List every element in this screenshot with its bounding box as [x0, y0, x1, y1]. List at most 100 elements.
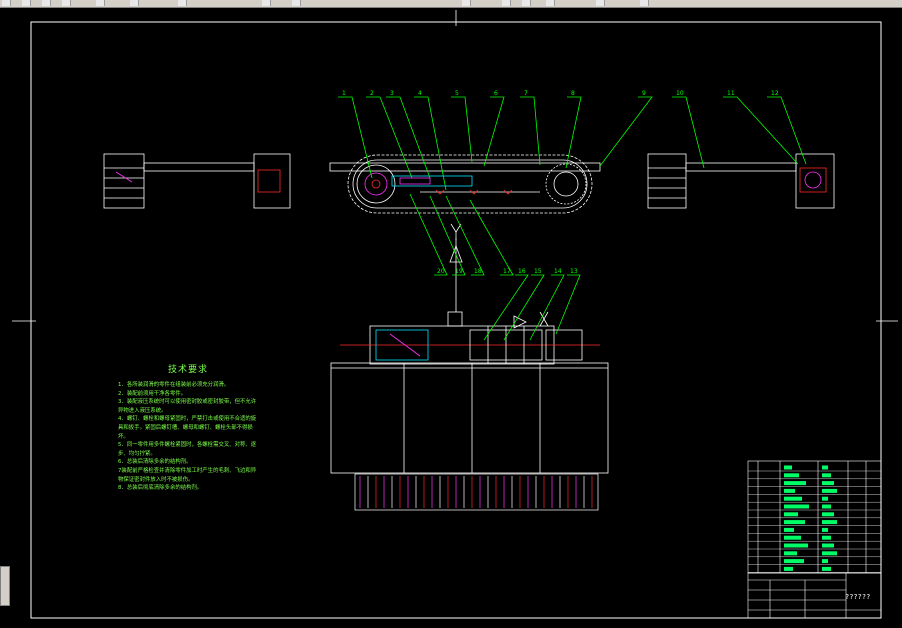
balloon-label: 6	[494, 90, 498, 97]
parts-row-name	[784, 535, 801, 540]
rack-outline	[354, 473, 599, 511]
leader-line	[483, 96, 505, 167]
parts-row-material	[822, 535, 831, 540]
balloon-label: 8	[571, 90, 575, 97]
parts-row-name	[784, 566, 793, 571]
parts-row-material	[822, 488, 837, 493]
leader-line	[672, 96, 705, 169]
parts-row-material	[822, 465, 828, 470]
part-balloons-bottom: 20 19 18 17 16 15 14 13	[437, 268, 578, 275]
parts-row-name	[784, 481, 806, 486]
parts-row-name	[784, 465, 792, 470]
balloon-label: 14	[554, 268, 562, 275]
parts-row-material	[822, 504, 831, 509]
toolbar-button[interactable]	[2, 0, 11, 6]
leader-line	[338, 96, 373, 179]
leader-line	[386, 96, 431, 179]
toolbar-button[interactable]	[62, 0, 71, 6]
tech-note: 8．总装后彻底清除多余的结构剂。	[118, 485, 203, 492]
leader-line	[599, 96, 653, 167]
balloon-label: 19	[455, 268, 463, 275]
parts-row-material	[822, 527, 828, 532]
toolbar-button[interactable]	[262, 0, 271, 6]
balloon-label: 20	[437, 268, 445, 275]
tech-note: 1．各所装润滑的零件在组装前必须充分润滑。	[118, 382, 230, 388]
balloon-label: 15	[534, 268, 542, 275]
parts-list	[747, 460, 882, 574]
crawler-assembly	[329, 154, 601, 214]
parts-row-name	[784, 512, 798, 517]
parts-row-name	[784, 488, 795, 493]
side-view-left	[103, 153, 291, 209]
toolbar-button[interactable]	[292, 0, 301, 6]
balloon-label: 4	[418, 90, 422, 97]
technical-requirements: 技术要求 1．各所装润滑的零件在组装前必须充分润滑。 2．装配前须用干净各零件。…	[118, 362, 258, 493]
balloon-label: 12	[771, 90, 779, 97]
toolbar-button[interactable]	[130, 0, 139, 6]
leader-lines	[338, 96, 807, 341]
tech-note: 7装配前严格检查并清除零件加工时产生的毛刺、飞边和异物保证密封件放入时不被损伤。	[118, 467, 257, 483]
part-balloons-top: 1 2 3 4 5 6 7 8 9 10 11 12	[342, 90, 779, 97]
frame-body	[330, 362, 609, 474]
drawing-title-text: ??????	[845, 593, 871, 601]
toolbar-button[interactable]	[502, 0, 511, 6]
balloon-label: 10	[676, 90, 684, 97]
bottom-rack	[354, 473, 599, 511]
tech-note: 3．装配液压系统时可以使用密封胶或密封胶带，但不允许异物进入液压系统。	[118, 399, 257, 414]
parts-row-name	[784, 520, 805, 525]
balloon-label: 16	[518, 268, 526, 275]
parts-row-material	[822, 481, 834, 486]
toolbar-button[interactable]	[546, 0, 555, 6]
toolbar-button[interactable]	[640, 0, 649, 6]
leader-line	[565, 96, 582, 169]
toolbar-button[interactable]	[462, 0, 471, 6]
parts-row-material	[822, 566, 831, 571]
parts-row-material	[822, 473, 831, 478]
balloon-label: 5	[455, 90, 459, 97]
tech-note: 6．总装后清除多余的结构剂。	[118, 459, 192, 466]
parts-row-name	[784, 543, 808, 548]
parts-row-material	[822, 496, 828, 501]
leader-line	[469, 199, 514, 276]
balloon-label: 18	[474, 268, 482, 275]
balloon-label: 7	[524, 90, 528, 97]
balloon-label: 9	[642, 90, 646, 97]
balloon-label: 13	[570, 268, 578, 275]
parts-row-material	[822, 520, 837, 525]
leader-line	[366, 96, 413, 179]
leader-line	[409, 193, 448, 276]
balloon-label: 17	[503, 268, 511, 275]
parts-row-name	[784, 551, 797, 556]
plan-view-frame	[340, 311, 600, 365]
leader-line	[451, 96, 473, 163]
toolbar-button[interactable]	[42, 0, 51, 6]
toolbar-button[interactable]	[96, 0, 105, 6]
cad-drawing-canvas[interactable]: 1 2 3 4 5 6 7 8 9 10 11 12 20 19 18 17 16 15 14 13	[0, 7, 902, 628]
tech-note: 4．螺钉、螺栓和螺母紧固时，严禁打击或使用不合适的旋具和扳手。紧固后螺钉槽、螺母…	[118, 416, 257, 440]
parts-row-material	[822, 551, 837, 556]
parts-row-material	[822, 512, 834, 517]
parts-row-name	[784, 504, 809, 509]
balloon-label: 1	[342, 90, 346, 97]
parts-list-rows	[748, 465, 881, 573]
parts-row-name	[784, 473, 799, 478]
tech-note: 2．装配前须用干净各零件。	[118, 390, 187, 397]
toolbar-button[interactable]	[22, 0, 31, 6]
drawing-border	[30, 21, 882, 619]
toolbar-button[interactable]	[596, 0, 605, 6]
balloon-label: 3	[390, 90, 394, 97]
side-view-right	[647, 153, 835, 209]
balloon-label: 11	[727, 90, 735, 97]
tech-requirements-title: 技术要求	[167, 365, 208, 375]
parts-row-name	[784, 559, 804, 564]
toolbar-button[interactable]	[178, 0, 187, 6]
tech-note: 5．同一零件用多件螺栓紧固时，各螺栓需交叉、对称、逐步、均匀拧紧。	[118, 442, 257, 457]
side-panel-tab[interactable]	[0, 566, 10, 606]
parts-row-name	[784, 496, 802, 501]
leader-line	[723, 96, 799, 165]
balloon-label: 2	[370, 90, 374, 97]
parts-row-material	[822, 559, 828, 564]
toolbar-button[interactable]	[522, 0, 531, 6]
parts-row-material	[822, 543, 834, 548]
parts-row-name	[784, 527, 794, 532]
